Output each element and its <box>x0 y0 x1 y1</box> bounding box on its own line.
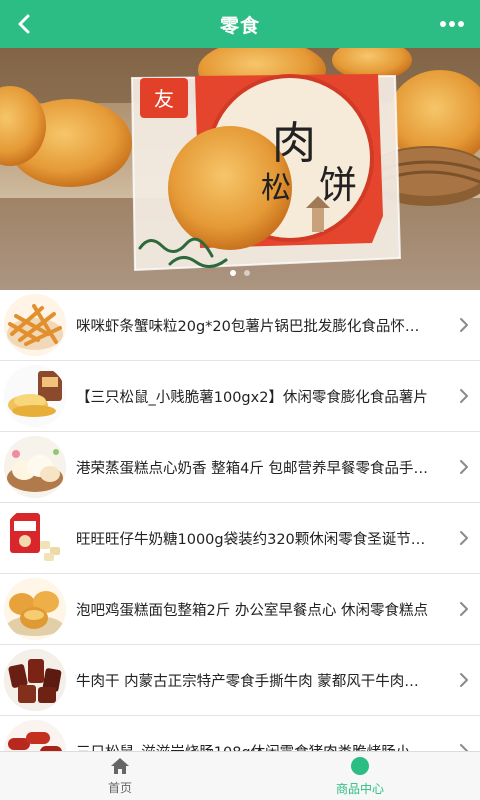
bottom-tab-bar: 首页 商品中心 <box>0 751 480 800</box>
chevron-right-icon <box>460 744 468 751</box>
product-name: 港荣蒸蛋糕点心奶香 整箱4斤 包邮营养早餐零食品手撕面包 <box>76 460 432 477</box>
list-item[interactable]: 旺旺旺仔牛奶糖1000g袋装约320颗休闲零食圣诞节结婚喜糖 <box>0 503 480 574</box>
product-name: 咪咪虾条蟹味粒20g*20包薯片锅巴批发膨化食品怀旧零食 <box>76 318 432 335</box>
more-dots-icon <box>440 21 464 27</box>
top-bar: 零食 <box>0 0 480 48</box>
tab-label: 首页 <box>107 781 132 795</box>
svg-text:友: 友 <box>154 87 174 111</box>
list-item[interactable]: 三只松鼠_滋滋岩烧肠108g休闲零食猪肉类脆烤肠小香肠 <box>0 716 480 751</box>
carousel-dot[interactable] <box>244 270 250 276</box>
chevron-right-icon <box>460 318 468 332</box>
circle-icon <box>351 757 369 775</box>
svg-text:松: 松 <box>261 171 291 206</box>
chevron-right-icon <box>460 389 468 403</box>
svg-text:饼: 饼 <box>319 163 357 207</box>
banner-carousel[interactable]: 友 肉 松 饼 <box>0 48 480 290</box>
chevron-right-icon <box>460 531 468 545</box>
product-thumbnail <box>4 365 66 427</box>
chevron-right-icon <box>460 460 468 474</box>
product-name: 【三只松鼠_小贱脆薯100gx2】休闲零食膨化食品薯片 <box>76 389 428 406</box>
list-item[interactable]: 泡吧鸡蛋糕面包整箱2斤 办公室早餐点心 休闲零食糕点 <box>0 574 480 645</box>
back-button[interactable] <box>6 6 42 42</box>
list-item[interactable]: 咪咪虾条蟹味粒20g*20包薯片锅巴批发膨化食品怀旧零食 <box>0 290 480 361</box>
product-thumbnail <box>4 294 66 356</box>
tab-product-center[interactable]: 商品中心 <box>240 752 480 800</box>
product-thumbnail <box>4 507 66 569</box>
product-name: 旺旺旺仔牛奶糖1000g袋装约320颗休闲零食圣诞节结婚喜糖 <box>76 531 432 548</box>
list-item[interactable]: 【三只松鼠_小贱脆薯100gx2】休闲零食膨化食品薯片 <box>0 361 480 432</box>
more-button[interactable] <box>434 6 470 42</box>
chevron-right-icon <box>460 673 468 687</box>
chevron-left-icon <box>18 14 30 34</box>
product-name: 三只松鼠_滋滋岩烧肠108g休闲零食猪肉类脆烤肠小香肠 <box>76 741 432 752</box>
list-item[interactable]: 港荣蒸蛋糕点心奶香 整箱4斤 包邮营养早餐零食品手撕面包 <box>0 432 480 503</box>
product-thumbnail <box>4 436 66 498</box>
product-list: 咪咪虾条蟹味粒20g*20包薯片锅巴批发膨化食品怀旧零食 【三只松鼠_小贱脆薯1… <box>0 290 480 751</box>
product-thumbnail <box>4 578 66 640</box>
product-name: 泡吧鸡蛋糕面包整箱2斤 办公室早餐点心 休闲零食糕点 <box>76 602 428 619</box>
carousel-indicator <box>0 270 480 276</box>
page-title: 零食 <box>219 14 260 37</box>
svg-text:肉: 肉 <box>272 118 316 169</box>
product-thumbnail <box>4 720 66 751</box>
tab-label: 商品中心 <box>335 782 384 796</box>
chevron-right-icon <box>460 602 468 616</box>
banner-image: 友 肉 松 饼 <box>0 48 480 290</box>
home-icon <box>111 758 129 774</box>
product-thumbnail <box>4 649 66 711</box>
carousel-dot[interactable] <box>230 270 236 276</box>
tab-home[interactable]: 首页 <box>0 752 240 800</box>
list-item[interactable]: 牛肉干 内蒙古正宗特产零食手撕牛肉 蒙都风干牛肉干500g <box>0 645 480 716</box>
product-name: 牛肉干 内蒙古正宗特产零食手撕牛肉 蒙都风干牛肉干500g <box>76 673 432 690</box>
